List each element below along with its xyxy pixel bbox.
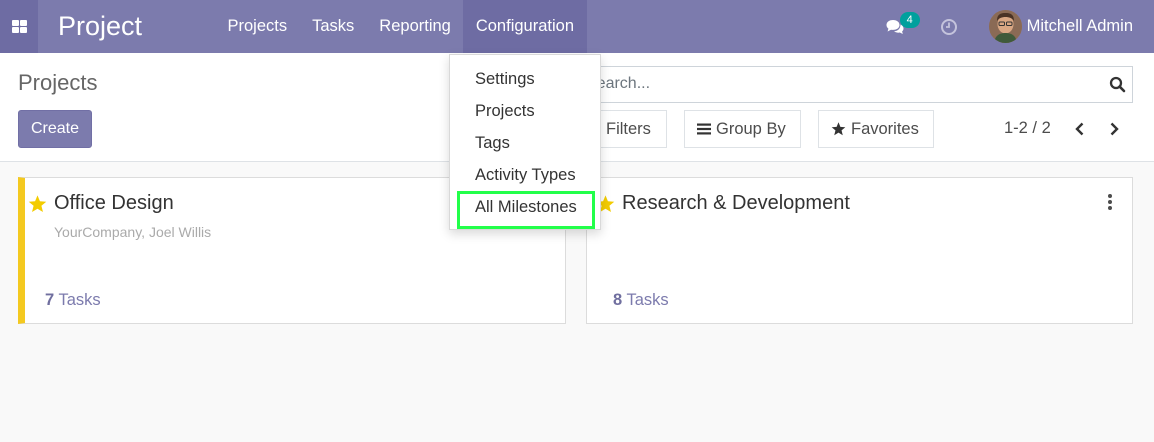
apps-menu-button[interactable] [0, 0, 38, 53]
app-title[interactable]: Project [58, 11, 208, 42]
menu-configuration[interactable]: Configuration [463, 0, 587, 53]
project-name: Office Design [54, 192, 174, 214]
favorite-star-icon[interactable] [28, 194, 47, 213]
messaging-button[interactable]: 4 [886, 11, 920, 37]
project-subtitle: YourCompany, Joel Willis [54, 224, 212, 240]
dropdown-item-all-milestones[interactable]: All Milestones [450, 191, 600, 223]
dropdown-item-projects[interactable]: Projects [450, 95, 600, 127]
project-card-title[interactable]: Research & Development [596, 192, 850, 215]
chevron-left-icon[interactable] [1072, 121, 1088, 137]
chat-count-badge: 4 [899, 11, 920, 28]
bars-icon [697, 123, 711, 135]
search-input[interactable] [586, 75, 1086, 93]
create-button[interactable]: Create [18, 110, 92, 148]
configuration-dropdown: Settings Projects Tags Activity Types Al… [449, 54, 601, 230]
dropdown-item-tags[interactable]: Tags [450, 127, 600, 159]
menu-tasks[interactable]: Tasks [300, 0, 367, 53]
project-card-title[interactable]: Office Design [28, 192, 174, 215]
avatar-image [988, 10, 1022, 43]
task-label: Tasks [626, 291, 669, 309]
task-count: 7 [45, 291, 55, 309]
project-tasks-link[interactable]: 7 Tasks [45, 291, 101, 310]
clock-icon [940, 18, 957, 35]
favorites-label: Favorites [851, 119, 919, 138]
project-tasks-link[interactable]: 8 Tasks [613, 291, 669, 310]
pager-value[interactable]: 1-2 / 2 [1004, 119, 1051, 138]
search-icon[interactable] [1109, 76, 1126, 93]
menu-reporting[interactable]: Reporting [367, 0, 464, 53]
apps-grid-icon [11, 20, 27, 33]
task-count: 8 [613, 291, 623, 309]
dropdown-item-activity-types[interactable]: Activity Types [450, 159, 600, 191]
group-by-label: Group By [716, 119, 786, 138]
activity-button[interactable] [940, 18, 958, 36]
group-by-button[interactable]: Group By [684, 110, 801, 148]
user-avatar[interactable] [988, 10, 1022, 43]
dropdown-item-settings[interactable]: Settings [450, 63, 600, 95]
page-title: Projects [18, 70, 98, 95]
main-menu: Projects Tasks Reporting Configuration [215, 0, 587, 53]
top-navbar: Project Projects Tasks Reporting Configu… [0, 0, 1154, 53]
star-icon [831, 122, 846, 136]
favorites-button[interactable]: Favorites [818, 110, 934, 148]
systray: 4 Mitchell Admin [886, 0, 1154, 53]
user-name[interactable]: Mitchell Admin [1027, 17, 1133, 36]
filters-label: Filters [606, 119, 651, 138]
project-card-research-development[interactable]: Research & Development 8 Tasks [586, 177, 1133, 324]
task-label: Tasks [58, 291, 101, 309]
menu-projects[interactable]: Projects [215, 0, 300, 53]
search-bar[interactable] [565, 66, 1133, 103]
more-options-icon[interactable] [1108, 194, 1112, 212]
chevron-right-icon[interactable] [1106, 121, 1122, 137]
project-name: Research & Development [622, 192, 850, 214]
